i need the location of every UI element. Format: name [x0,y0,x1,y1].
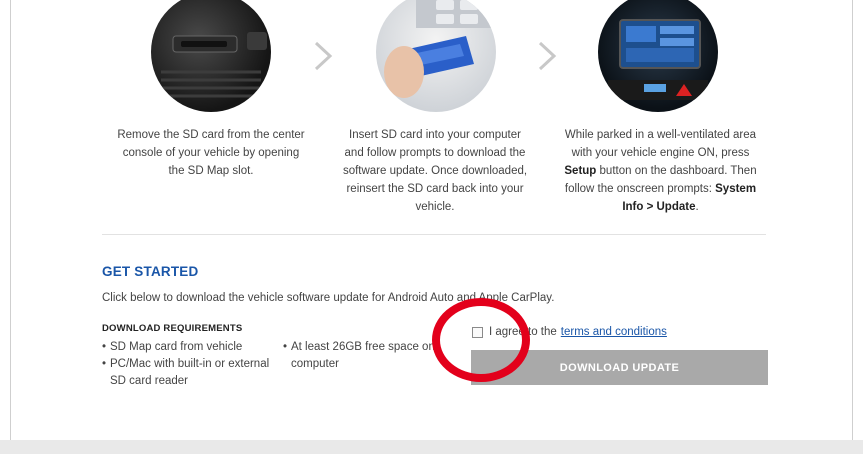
page-border-right [852,0,853,440]
section-divider [102,234,766,235]
sd-card-laptop-image [376,0,496,112]
setup-label: Setup [564,165,597,177]
terms-agreement-row: I agree to the terms and conditions [472,324,667,340]
get-started-heading: GET STARTED [102,264,199,279]
requirement-item: At least 26GB free space on computer [283,339,453,373]
requirement-item: SD Map card from vehicle [102,339,272,356]
download-requirements-heading: DOWNLOAD REQUIREMENTS [102,323,243,334]
requirement-item: PC/Mac with built-in or external SD card… [102,356,272,390]
step-3-text-end: . [695,201,699,213]
page-border-left [10,0,11,440]
step-2-text: Insert SD card into your computer and fo… [342,129,528,213]
terms-checkbox[interactable] [472,326,483,338]
step-1-text: Remove the SD card from the center conso… [117,129,305,177]
step-3-text: While parked in a well-ventilated area w… [563,126,758,216]
step-3-text-before: While parked in a well-ventilated area w… [564,129,757,159]
requirements-list-1: SD Map card from vehicle PC/Mac with bui… [102,339,272,390]
infotainment-screen-image [598,0,718,112]
chevron-right-icon [538,41,557,71]
agree-label: I agree to the [489,326,557,338]
requirements-list-2: At least 26GB free space on computer [283,339,453,373]
sd-card-slot-image [151,0,271,112]
chevron-right-icon [314,41,333,71]
footer-band [0,440,863,454]
terms-and-conditions-link[interactable]: terms and conditions [561,326,667,338]
get-started-description: Click below to download the vehicle soft… [102,292,555,304]
download-update-button[interactable]: DOWNLOAD UPDATE [471,350,768,385]
